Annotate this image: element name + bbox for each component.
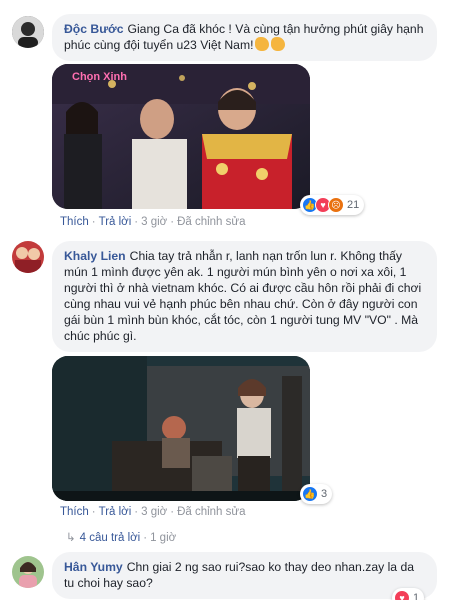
comment-author[interactable]: Hân Yumy [64, 560, 123, 574]
reaction-count: 21 [347, 199, 360, 211]
like-link[interactable]: Thích [60, 216, 89, 228]
reply-link[interactable]: Trả lời [99, 506, 132, 518]
edited-label[interactable]: Đã chỉnh sửa [177, 506, 245, 518]
comment-photo[interactable]: Chọn Xinh [52, 64, 310, 209]
show-logo: Chọn Xinh [72, 71, 127, 83]
reply-count-link[interactable]: 4 câu trả lời [80, 532, 141, 544]
reaction-summary[interactable]: ♥ 1 [392, 588, 425, 600]
like-icon: 👍 [302, 486, 318, 502]
comment-actions: Thích · Trả lời · 3 giờ · Đã chỉnh sửa [60, 216, 246, 228]
comment-actions: Thích · Trả lời · 3 giờ · Đã chỉnh sửa [60, 506, 246, 518]
heart-icon: ♥ [394, 590, 410, 600]
avatar[interactable] [12, 16, 44, 48]
comment-bubble: Khaly Lien Chia tay trả nhẫn r, lanh nạn … [52, 241, 437, 352]
angry-icon: ☹ [328, 197, 344, 213]
timestamp[interactable]: 3 giờ [141, 216, 167, 228]
flexed-biceps-icon [255, 37, 270, 51]
reply-arrow-icon: ↳ [66, 532, 76, 544]
reply-link[interactable]: Trả lời [99, 216, 132, 228]
avatar[interactable] [12, 556, 44, 588]
reply-time: 1 giờ [150, 532, 177, 544]
reaction-summary[interactable]: 👍 ♥ ☹ 21 [300, 195, 365, 215]
comment-bubble: Độc Bước Giang Ca đã khóc ! Và cùng tận h… [52, 14, 437, 61]
flexed-biceps-icon [271, 37, 286, 51]
timestamp[interactable]: 3 giờ [141, 506, 167, 518]
comment-author[interactable]: Khaly Lien [64, 249, 126, 263]
reaction-count: 3 [321, 488, 328, 500]
like-link[interactable]: Thích [60, 506, 89, 518]
view-replies[interactable]: ↳ 4 câu trả lời · 1 giờ [66, 530, 176, 544]
reaction-count: 1 [413, 592, 420, 600]
edited-label[interactable]: Đã chỉnh sửa [177, 216, 245, 228]
comment-bubble: Hân Yumy Chn giai 2 ng sao rui?sao ko tha… [52, 552, 437, 599]
comment-text: Chia tay trả nhẫn r, lanh nạn trốn lun r… [64, 249, 422, 343]
comment-author[interactable]: Độc Bước [64, 22, 123, 36]
comment-photo[interactable] [52, 356, 310, 501]
reaction-summary[interactable]: 👍 3 [300, 484, 333, 504]
avatar[interactable] [12, 241, 44, 273]
